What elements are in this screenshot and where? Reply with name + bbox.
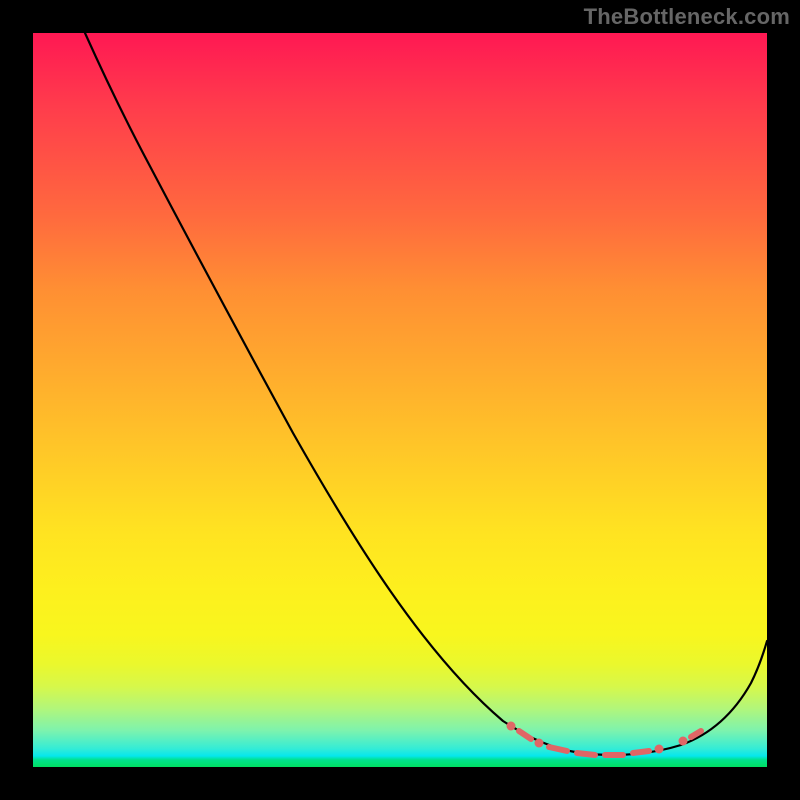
plot-area <box>33 33 767 767</box>
bottleneck-curve <box>85 33 767 755</box>
curve-layer <box>33 33 767 767</box>
chart-frame: TheBottleneck.com <box>0 0 800 800</box>
attribution-text: TheBottleneck.com <box>584 4 790 30</box>
